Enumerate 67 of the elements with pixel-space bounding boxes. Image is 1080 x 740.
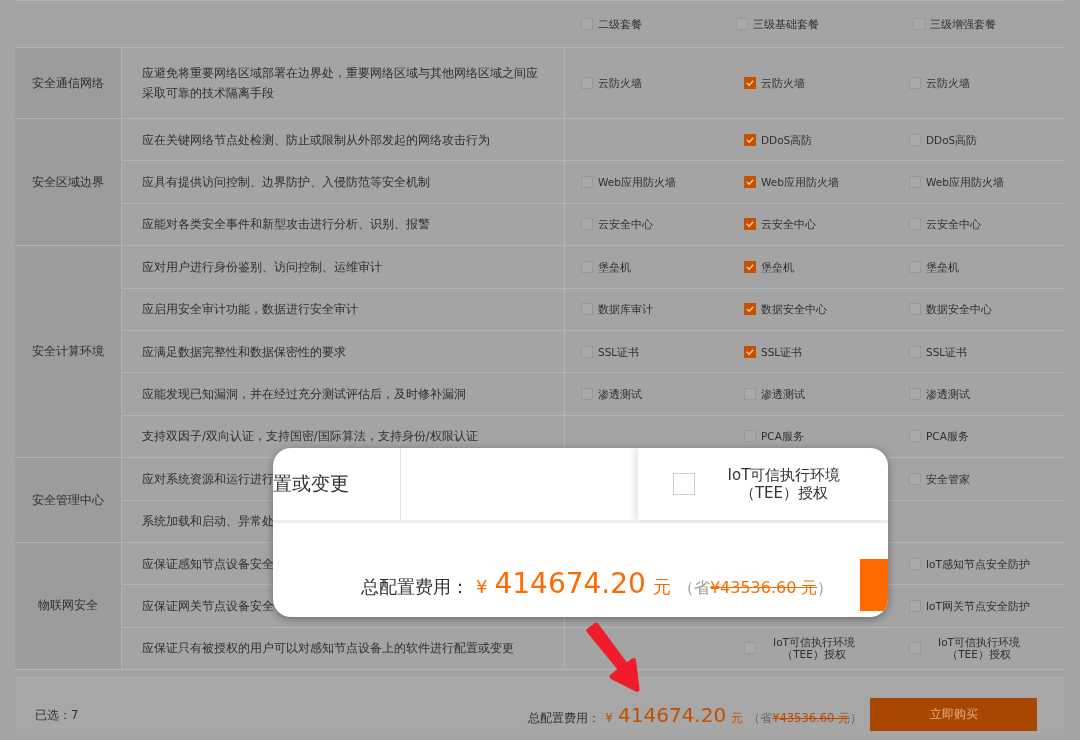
total-price: 414674.20: [618, 703, 727, 728]
requirement-cell: 应保证只有被授权的用户可以对感知节点设备上的软件进行配置或变更: [122, 627, 565, 671]
option-label: 云防火墙: [761, 77, 805, 89]
option-label: 渗透测试: [761, 388, 805, 401]
option-label: 渗透测试: [926, 388, 970, 401]
option-label: IoT可信执行环境（TEE）授权: [772, 636, 856, 661]
category-cell: 安全通信网络: [15, 48, 122, 119]
checkbox[interactable]: [744, 303, 756, 316]
requirement-text-fragment: 置或变更: [273, 448, 401, 520]
total-label: 总配置费用：: [528, 711, 601, 727]
category-cell: 安全计算环境: [15, 246, 122, 459]
option-label: 云安全中心: [926, 218, 981, 231]
option-label: 安全管家: [926, 472, 970, 485]
option-label: SSL证书: [598, 345, 640, 358]
checkbox[interactable]: [673, 473, 695, 495]
checkbox[interactable]: [744, 218, 756, 231]
option-label: SSL证书: [761, 345, 803, 358]
checkbox[interactable]: [744, 176, 756, 189]
saving-note: （省¥43536.60 元）: [748, 711, 862, 727]
option-label: PCA服务: [926, 430, 969, 443]
price-unit: 元: [652, 574, 671, 599]
saving-note: （省¥43536.60 元）: [677, 577, 834, 599]
option-label: 堡垒机: [926, 260, 959, 273]
option-label: IoT可信执行环境（TEE）授权: [937, 636, 1021, 661]
option-label: 三级基础套餐: [753, 18, 819, 30]
selected-count: 已选：7: [35, 708, 79, 724]
option-label: 云安全中心: [598, 218, 653, 231]
requirement-cell: 应具有提供访问控制、边界防护、入侵防范等安全机制: [122, 161, 565, 204]
option-label: Web应用防火墙: [598, 176, 676, 189]
checkbox[interactable]: [744, 345, 756, 358]
price-unit: 元: [731, 710, 744, 728]
category-cell: 安全区域边界: [15, 119, 122, 247]
requirement-cell: 应能发现已知漏洞，并在经过充分测试评估后，及时修补漏洞: [122, 373, 565, 416]
option-label: 渗透测试: [598, 388, 642, 401]
option-label: 云防火墙: [926, 77, 970, 89]
buy-now-button[interactable]: 立即购买: [870, 698, 1037, 732]
buy-button-edge[interactable]: [860, 559, 888, 611]
checkbox[interactable]: [744, 133, 756, 146]
option-label: SSL证书: [926, 345, 968, 358]
requirement-cell: 应避免将重要网络区域部署在边界处，重要网络区域与其他网络区域之间应采取可靠的技术隔离手段: [122, 48, 565, 119]
requirement-cell: 应在关键网络节点处检测、防止或限制从外部发起的网络攻击行为: [122, 119, 565, 162]
requirement-cell: 应启用安全审计功能，数据进行安全审计: [122, 288, 565, 331]
option-label: 云防火墙: [598, 77, 642, 89]
checkbox[interactable]: [744, 260, 756, 273]
option-label: 二级套餐: [598, 18, 642, 30]
requirement-cell: 应对用户进行身份鉴别、访问控制、运维审计: [122, 246, 565, 289]
requirement-cell: 应能对各类安全事件和新型攻击进行分析、识别、报警: [122, 203, 565, 247]
category-cell: 物联网安全: [15, 542, 122, 671]
option-label: IoT感知节点安全防护: [926, 557, 1030, 570]
option-label: 堡垒机: [761, 260, 794, 273]
option-label: 云安全中心: [761, 218, 816, 231]
option-label: DDoS高防: [761, 133, 813, 146]
option-label: PCA服务: [761, 430, 804, 443]
option-label: 数据安全中心: [761, 303, 827, 316]
option-label: 三级增强套餐: [930, 18, 996, 30]
option-label: 数据安全中心: [926, 303, 992, 316]
category-cell: 安全管理中心: [15, 458, 122, 543]
option-label: IoT可信执行环境（TEE）授权: [726, 466, 842, 502]
option-label: IoT网关节点安全防护: [926, 600, 1030, 612]
option-label: Web应用防火墙: [926, 176, 1004, 189]
option-label: 数据库审计: [598, 303, 653, 316]
option-label: Web应用防火墙: [761, 176, 839, 189]
option-label: 堡垒机: [598, 260, 631, 273]
requirement-cell: 应满足数据完整性和数据保密性的要求: [122, 330, 565, 374]
option-label: DDoS高防: [926, 133, 978, 146]
currency-sign: ¥: [605, 711, 613, 726]
checkbox[interactable]: [744, 77, 756, 89]
